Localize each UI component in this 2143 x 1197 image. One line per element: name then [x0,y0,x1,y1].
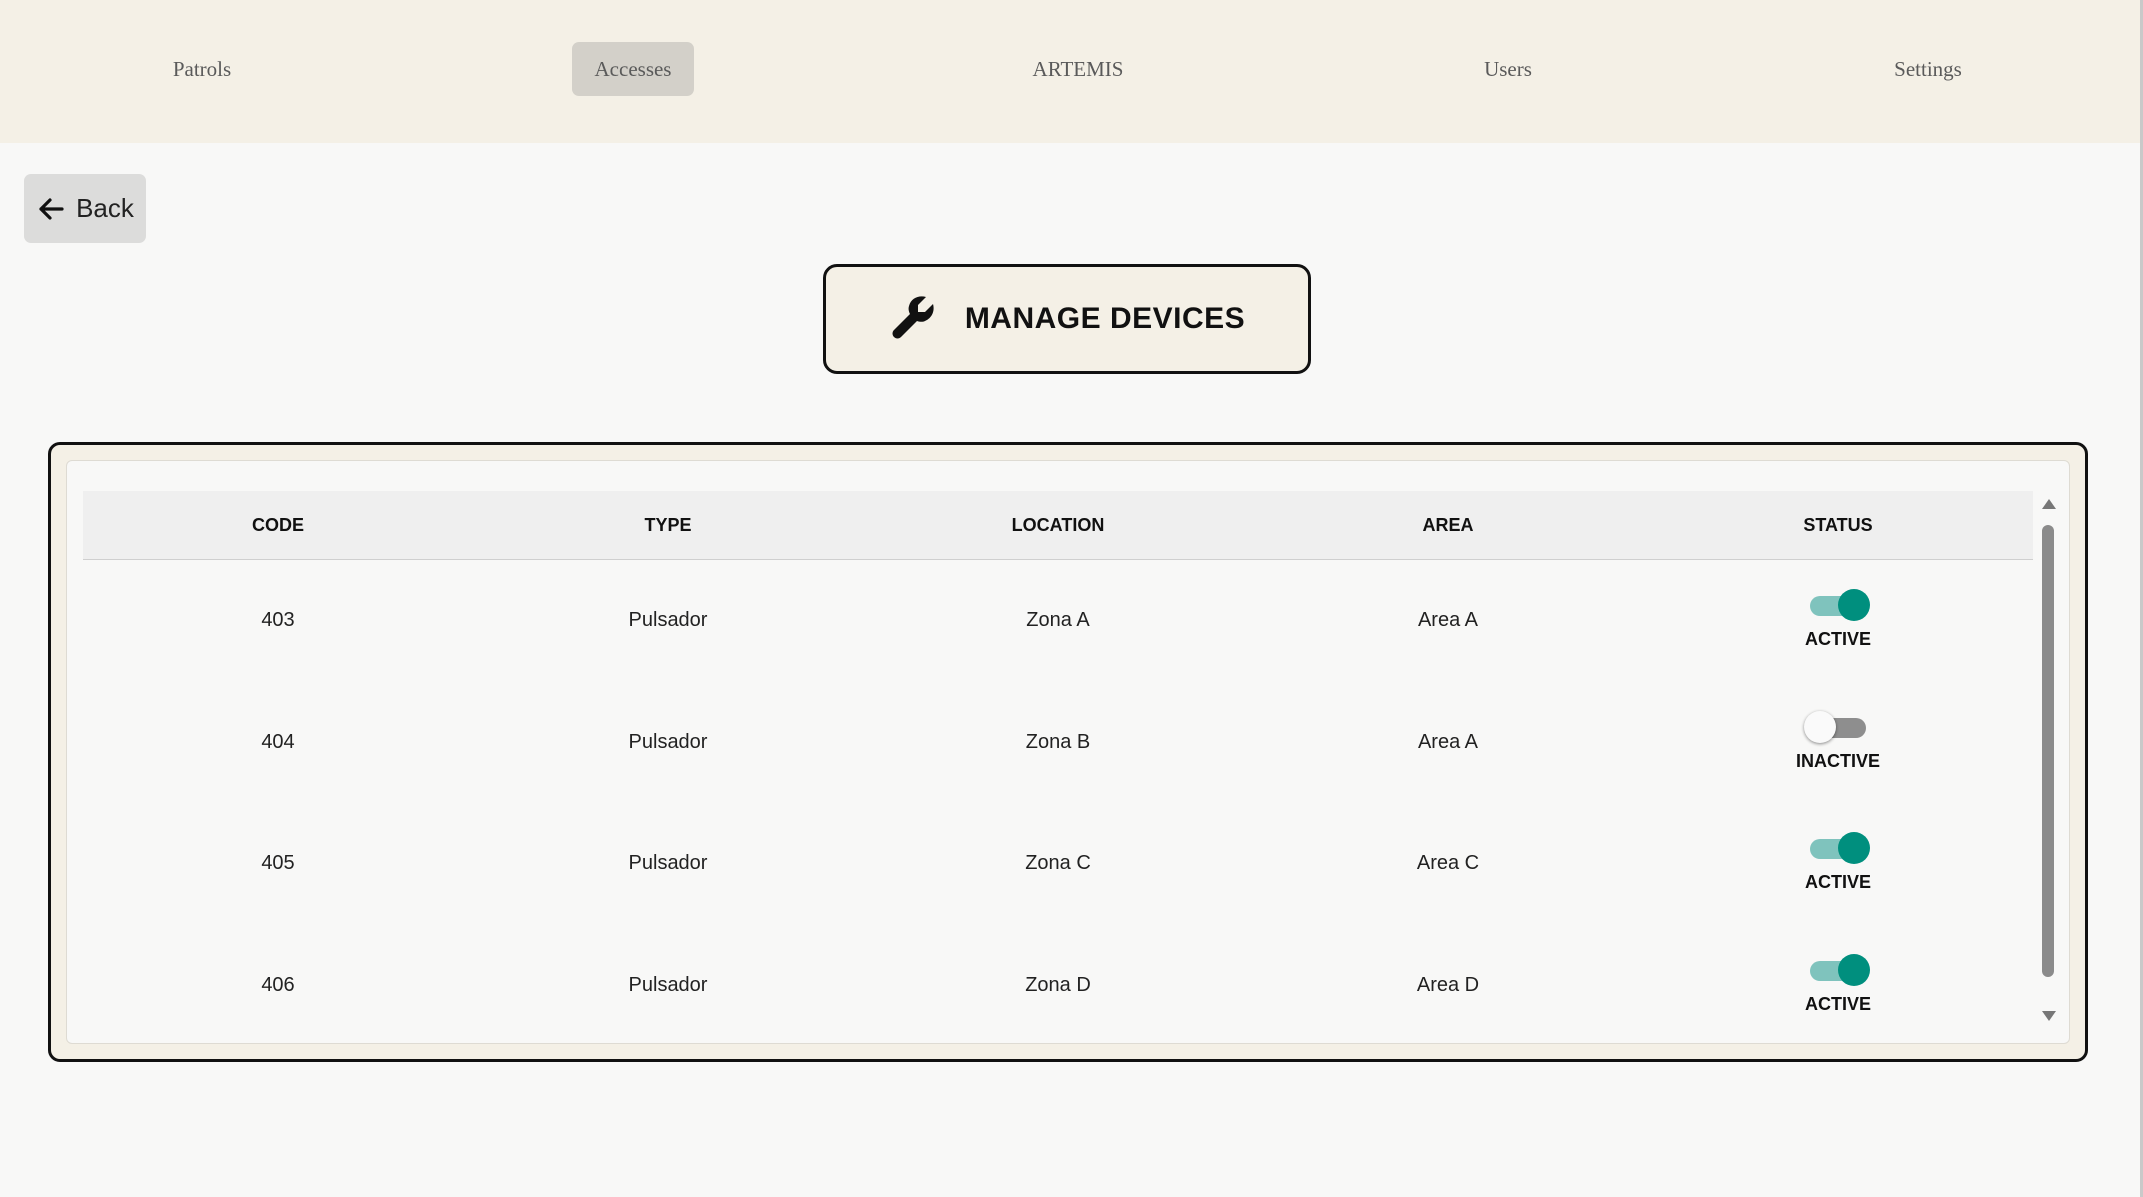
cell-code: 406 [261,973,295,996]
cell-area: Area A [1417,730,1479,753]
status-label: INACTIVE [1795,750,1880,771]
cell-area: Area C [1416,852,1480,875]
cell-code: 405 [261,852,295,875]
header-location: LOCATION [1011,515,1105,535]
table-row: 404 Pulsador Zona B Area A INACTIVE [83,682,2033,804]
wrench-icon [889,293,937,346]
table-body: 403 Pulsador Zona A Area A ACTIVE 404 Pu… [83,560,2033,1044]
cell-code: 403 [261,609,295,632]
header-status: STATUS [1803,515,1873,535]
status-label: ACTIVE [1804,993,1871,1014]
top-navigation-bar: Patrols Accesses ARTEMIS Users Settings [0,0,2143,143]
cell-status: ACTIVE [1643,589,2033,650]
devices-table: CODE TYPE LOCATION AREA STATUS 403 Pulsa… [66,460,2070,1044]
status-toggle[interactable] [1808,589,1870,622]
devices-table-frame: CODE TYPE LOCATION AREA STATUS 403 Pulsa… [48,442,2088,1062]
table-header: CODE TYPE LOCATION AREA STATUS [83,491,2033,560]
status-toggle[interactable] [1808,832,1870,865]
cell-type: Pulsador [628,973,708,996]
status-toggle[interactable] [1804,710,1868,743]
cell-code: 404 [261,730,295,753]
cell-type: Pulsador [628,730,708,753]
table-row: 403 Pulsador Zona A Area A ACTIVE [83,560,2033,682]
nav-item-artemis[interactable]: ARTEMIS [1018,42,1138,96]
header-code: CODE [251,515,304,535]
nav-item-users[interactable]: Users [1460,42,1556,96]
header-area: AREA [1422,515,1474,535]
scroll-thumb[interactable] [2042,525,2054,977]
cell-status: INACTIVE [1643,710,2033,772]
table-row: 406 Pulsador Zona D Area D ACTIVE [83,925,2033,1044]
cell-status: ACTIVE [1643,832,2033,893]
scroll-up-arrow-icon[interactable] [2042,499,2056,509]
cell-location: Zona B [1025,730,1091,753]
cell-location: Zona D [1025,973,1091,996]
back-button-label: Back [76,193,134,223]
nav-item-accesses[interactable]: Accesses [572,42,694,96]
status-toggle[interactable] [1808,953,1870,986]
cell-type: Pulsador [628,609,708,632]
cell-area: Area A [1417,609,1479,632]
table-scrollbar[interactable] [2039,491,2059,1021]
page-title: MANAGE DEVICES [964,302,1246,335]
nav-item-patrols[interactable]: Patrols [152,42,252,96]
cell-status: ACTIVE [1643,953,2033,1015]
status-label: ACTIVE [1804,872,1871,893]
scroll-down-arrow-icon[interactable] [2042,1011,2056,1021]
cell-location: Zona C [1025,852,1091,875]
status-label: ACTIVE [1804,629,1871,650]
cell-location: Zona A [1026,609,1090,632]
cell-type: Pulsador [628,852,708,875]
nav-item-settings[interactable]: Settings [1876,42,1980,96]
page-title-box: MANAGE DEVICES [823,264,1311,374]
arrow-left-icon [36,194,66,224]
table-row: 405 Pulsador Zona C Area C ACTIVE [83,803,2033,925]
header-type: TYPE [644,515,692,535]
back-button[interactable]: Back [24,174,146,243]
cell-area: Area D [1416,973,1480,996]
